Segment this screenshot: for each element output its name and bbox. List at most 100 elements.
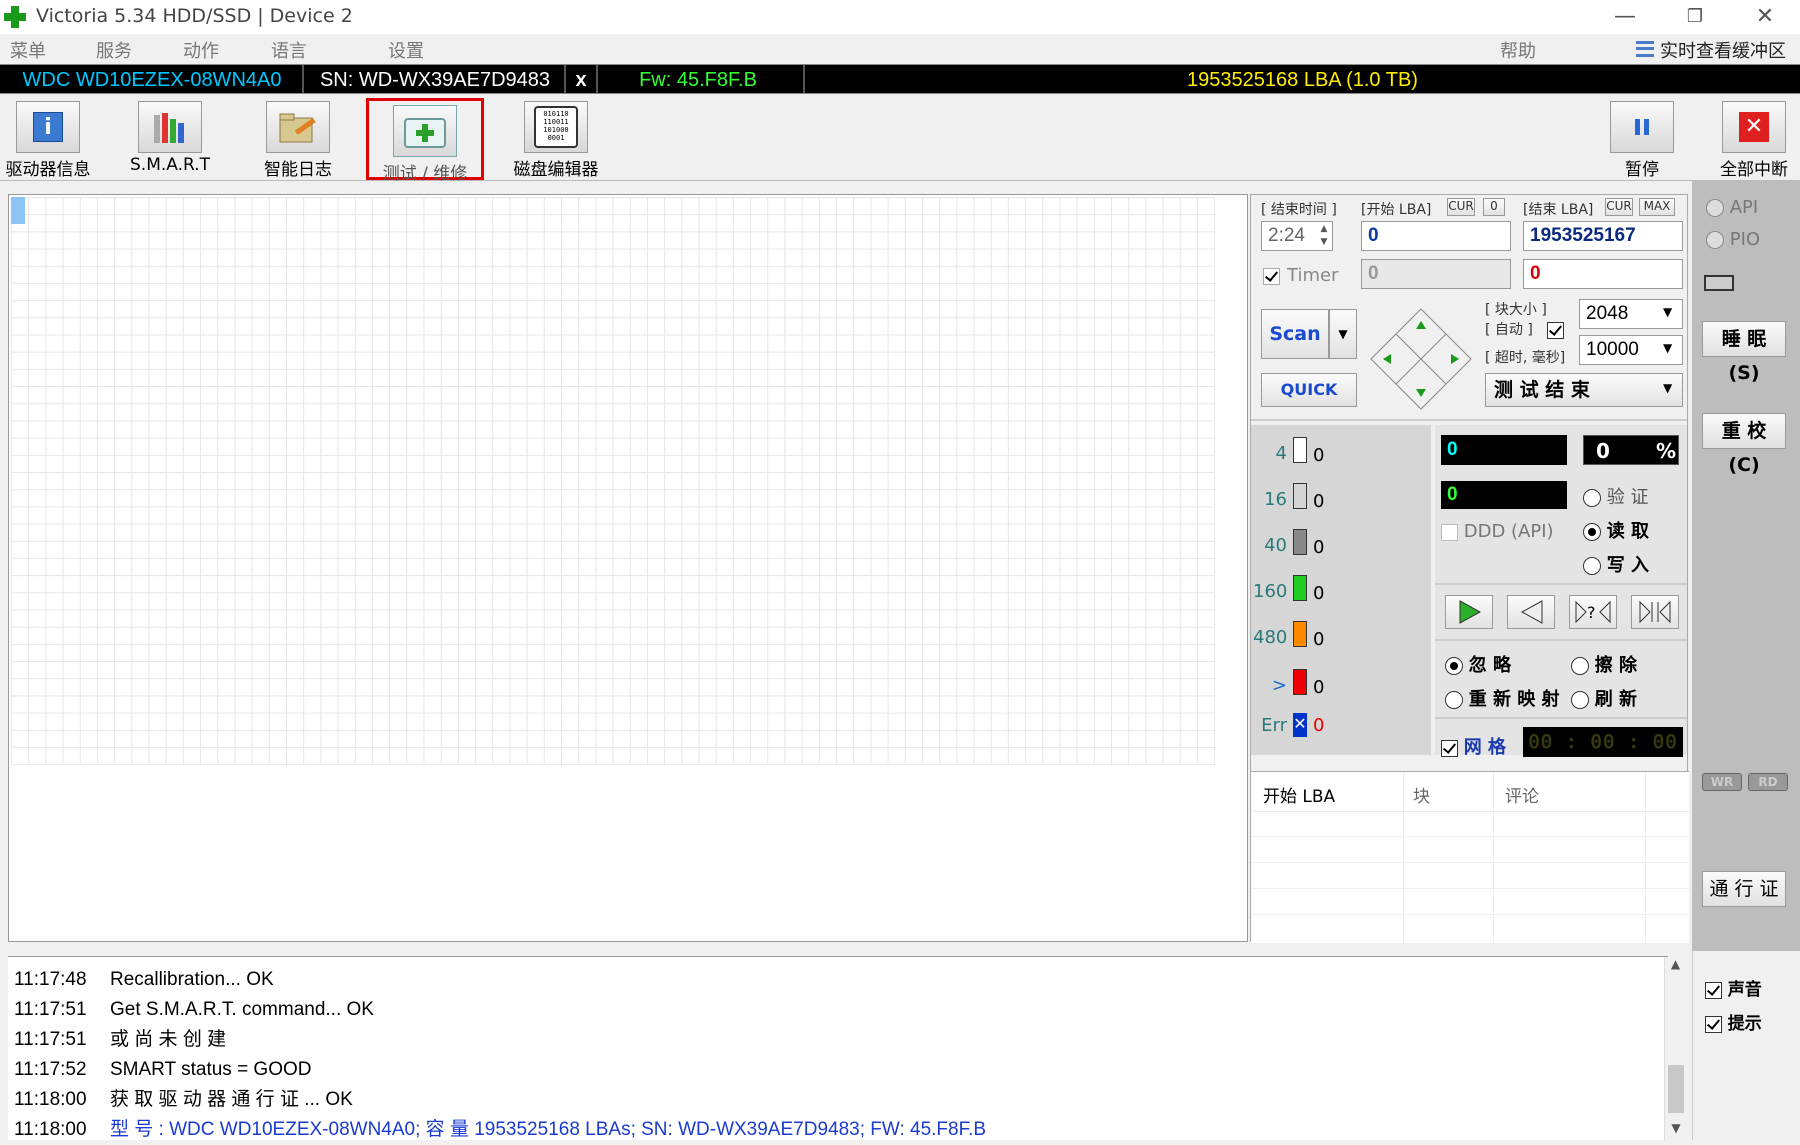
results-table: 开始 LBA 块 评论 bbox=[1251, 771, 1689, 944]
menu-realtime-buffer[interactable]: 实时查看缓冲区 bbox=[1660, 37, 1786, 63]
elapsed-timer: 00 : 00 : 00 bbox=[1523, 727, 1683, 757]
api-radio[interactable]: API bbox=[1706, 197, 1758, 218]
menu-service[interactable]: 服务 bbox=[96, 37, 132, 63]
passport-button[interactable]: 通 行 证 bbox=[1702, 871, 1786, 907]
divider bbox=[596, 65, 598, 93]
col-block[interactable]: 块 bbox=[1413, 782, 1430, 807]
write-radio[interactable]: 写 入 bbox=[1583, 551, 1649, 577]
block-size-label: [ 块大小 ] bbox=[1485, 302, 1547, 318]
divider bbox=[1493, 772, 1494, 944]
chevron-down-icon: ▼ bbox=[1663, 305, 1673, 319]
timer-checkbox[interactable] bbox=[1263, 265, 1280, 286]
menu-language[interactable]: 语言 bbox=[271, 37, 307, 63]
log-row: 11:17:52 SMART status = GOOD bbox=[14, 1059, 312, 1080]
table-row bbox=[1251, 862, 1689, 863]
end-time-spinner[interactable]: ▲ ▼ bbox=[1317, 223, 1331, 249]
end-lba-input[interactable]: 1953525167 bbox=[1523, 221, 1683, 251]
random-seek-icon: ? bbox=[1575, 600, 1611, 624]
butterfly-button[interactable] bbox=[1631, 595, 1679, 629]
sleep-button[interactable]: 睡 眠 (S) bbox=[1702, 321, 1786, 384]
drive-model[interactable]: WDC WD10EZEX-08WN4A0 bbox=[4, 68, 300, 92]
log-row: 11:18:00 获 取 驱 动 器 通 行 证 ... OK bbox=[14, 1089, 353, 1110]
end-lba-secondary-input[interactable]: 0 bbox=[1523, 259, 1683, 289]
pio-radio[interactable]: PIO bbox=[1706, 229, 1760, 250]
percent-display: 0 % bbox=[1583, 435, 1679, 465]
close-drive-button[interactable]: x bbox=[568, 68, 594, 92]
sound-checkbox[interactable]: 声音 bbox=[1705, 975, 1762, 1000]
col-start-lba[interactable]: 开始 LBA bbox=[1263, 782, 1335, 807]
scan-button[interactable]: Scan bbox=[1261, 309, 1329, 359]
rd-indicator: RD bbox=[1748, 773, 1788, 791]
chevron-down-icon: ▼ bbox=[1671, 1121, 1681, 1135]
refresh-radio[interactable]: 刷 新 bbox=[1571, 685, 1637, 711]
direction-pad[interactable] bbox=[1369, 307, 1473, 411]
recalibrate-button[interactable]: 重 校 (C) bbox=[1702, 413, 1786, 476]
butterfly-icon bbox=[1639, 600, 1671, 624]
test-repair-label: 测试 / 维修 bbox=[382, 164, 468, 184]
end-action-select[interactable]: 测 试 结 束 bbox=[1485, 373, 1683, 407]
title-bar: Victoria 5.34 HDD/SSD | Device 2 — ❐ ✕ bbox=[0, 0, 1800, 34]
close-button[interactable]: ✕ bbox=[1730, 0, 1800, 34]
drive-slot-icon bbox=[1704, 275, 1734, 291]
test-repair-button[interactable]: 测试 / 维修 bbox=[366, 98, 484, 184]
divider bbox=[302, 65, 304, 93]
minimize-button[interactable]: — bbox=[1590, 0, 1660, 34]
table-header: 开始 LBA 块 评论 bbox=[1251, 772, 1689, 944]
ddd-api-checkbox[interactable]: DDD (API) bbox=[1441, 521, 1554, 542]
start-cur-button[interactable]: CUR bbox=[1447, 198, 1475, 216]
menu-main[interactable]: 菜单 bbox=[10, 37, 46, 63]
test-panel: [ 结束时间 ] [开始 LBA] CUR 0 [结束 LBA] CUR MAX… bbox=[1250, 194, 1689, 944]
end-cur-button[interactable]: CUR bbox=[1605, 198, 1633, 216]
log-scrollbar[interactable]: ▲ ▼ bbox=[1664, 957, 1686, 1141]
smart-button[interactable]: S.M.A.R.T bbox=[122, 97, 218, 179]
smart-log-button[interactable]: 智能日志 bbox=[250, 97, 346, 180]
erase-radio[interactable]: 擦 除 bbox=[1571, 651, 1637, 677]
read-radio[interactable]: 读 取 bbox=[1583, 517, 1649, 543]
drive-info-button[interactable]: i 驱动器信息 bbox=[4, 97, 92, 180]
end-max-button[interactable]: MAX bbox=[1639, 198, 1675, 216]
auto-checkbox[interactable] bbox=[1547, 319, 1564, 340]
random-seek-button[interactable]: ? bbox=[1569, 595, 1617, 629]
grid-checkbox[interactable]: 网 格 bbox=[1441, 733, 1506, 759]
ignore-radio[interactable]: 忽 略 bbox=[1445, 651, 1511, 677]
disk-editor-button[interactable]: 010110 110011 101000 0001 磁盘编辑器 bbox=[508, 97, 604, 180]
buffer-list-icon bbox=[1636, 41, 1654, 57]
col-comment[interactable]: 评论 bbox=[1505, 782, 1539, 807]
play-icon bbox=[1459, 600, 1482, 624]
pause-button[interactable]: 暂停 bbox=[1608, 97, 1676, 180]
divider bbox=[1645, 772, 1646, 944]
start-lba-input[interactable]: 0 bbox=[1361, 221, 1511, 251]
hints-checkbox[interactable]: 提示 bbox=[1705, 1009, 1762, 1034]
divider bbox=[1435, 583, 1687, 585]
restore-button[interactable]: ❐ bbox=[1660, 0, 1730, 34]
timer-input[interactable]: 0 bbox=[1361, 259, 1511, 289]
scan-cursor bbox=[11, 197, 25, 224]
abort-all-button[interactable]: ✕ 全部中断 bbox=[1712, 97, 1796, 180]
verify-radio[interactable]: 验 证 bbox=[1583, 483, 1648, 509]
start-lba-label: [开始 LBA] bbox=[1361, 202, 1432, 218]
menu-action[interactable]: 动作 bbox=[183, 37, 219, 63]
log-row: 11:17:51 或 尚 未 创 建 bbox=[14, 1029, 227, 1050]
menu-settings[interactable]: 设置 bbox=[388, 37, 424, 63]
divider bbox=[1403, 772, 1404, 944]
scrollbar-thumb[interactable] bbox=[1668, 1065, 1684, 1113]
window-title: Victoria 5.34 HDD/SSD | Device 2 bbox=[36, 5, 353, 27]
start-zero-button[interactable]: 0 bbox=[1483, 198, 1505, 216]
app-cross-icon bbox=[4, 6, 26, 28]
reverse-button[interactable] bbox=[1507, 595, 1555, 629]
drive-capacity: 1953525168 LBA (1.0 TB) bbox=[1187, 69, 1418, 91]
menu-bar: 菜单 服务 动作 语言 设置 帮助 实时查看缓冲区 bbox=[0, 34, 1800, 64]
play-button[interactable] bbox=[1445, 595, 1493, 629]
remap-radio[interactable]: 重 新 映 射 bbox=[1445, 685, 1560, 711]
folder-edit-icon bbox=[266, 101, 330, 153]
scan-dropdown-button[interactable]: ▼ bbox=[1329, 309, 1357, 359]
quick-button[interactable]: QUICK bbox=[1261, 373, 1357, 407]
end-time-label: [ 结束时间 ] bbox=[1261, 202, 1337, 218]
svg-text:?: ? bbox=[1587, 603, 1596, 622]
auto-label: [ 自动 ] bbox=[1485, 322, 1533, 338]
drive-firmware: Fw: 45.F8F.B bbox=[639, 69, 757, 91]
divider bbox=[564, 65, 566, 93]
smart-label: S.M.A.R.T bbox=[130, 155, 210, 175]
divider bbox=[1251, 419, 1687, 421]
menu-help[interactable]: 帮助 bbox=[1500, 37, 1536, 63]
